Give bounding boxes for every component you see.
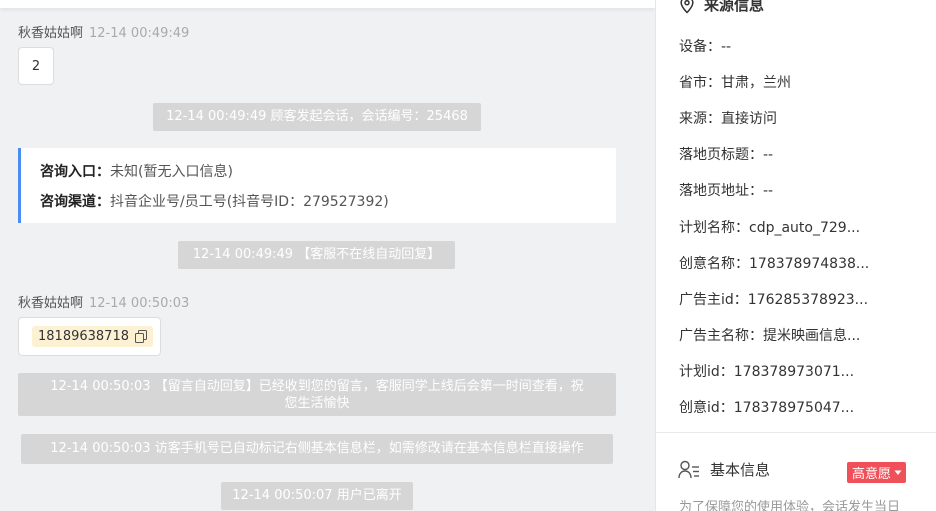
entry-source-line: 咨询入口：未知(暂无入口信息) — [40, 161, 616, 191]
system-notice-text: 12-14 00:49:49 顾客发起会话，会话编号：25468 — [166, 109, 468, 124]
basic-info-header: 基本信息 — [678, 459, 770, 480]
system-notice-text: 您生活愉快 — [284, 396, 350, 411]
intent-level-dropdown[interactable]: 高意愿 — [847, 462, 907, 483]
message-sender: 秋香姑姑啊 12-14 00:50:03 — [18, 292, 189, 311]
info-row-creative-name: 创意名称：178378974838... — [679, 256, 870, 272]
system-notice-text: 12-14 00:50:07 用户已离开 — [232, 488, 402, 503]
copy-icon[interactable] — [134, 330, 147, 343]
sender-name: 秋香姑姑啊 — [18, 296, 84, 311]
info-row-landing-url: 落地页地址：-- — [679, 183, 774, 199]
system-notice: 12-14 00:49:49 顾客发起会话，会话编号：25468 — [153, 103, 481, 131]
chat-area: 秋香姑姑啊 12-14 00:49:49 2 12-14 00:49:49 顾客发… — [0, 0, 655, 511]
intent-level-label: 高意愿 — [852, 467, 892, 482]
system-notice: 12-14 00:50:03 【留言自动回复】已经收到您的留言，客服同学上线后会… — [18, 373, 616, 416]
info-row-landing-title: 落地页标题：-- — [679, 147, 774, 163]
basic-info-note: 为了保障您的使用体验，会话发生当日 — [679, 500, 901, 511]
phone-number-chip[interactable]: 18189638718 — [32, 326, 153, 347]
info-row-device: 设备：-- — [679, 39, 732, 55]
system-notice-text: 12-14 00:50:03 【留言自动回复】已经收到您的留言，客服同学上线后会… — [50, 379, 584, 394]
system-notice: 12-14 00:50:07 用户已离开 — [221, 482, 413, 510]
message-sender: 秋香姑姑啊 12-14 00:49:49 — [18, 22, 189, 41]
info-row-creative-id: 创意id：178378975047... — [679, 400, 855, 416]
sender-name: 秋香姑姑啊 — [18, 26, 84, 41]
info-row-region: 省市：甘肃，兰州 — [679, 75, 791, 91]
entry-channel-label: 咨询渠道： — [40, 194, 110, 210]
info-row-advertiser-id: 广告主id：176285378923... — [679, 292, 869, 308]
message-bubble: 18189638718 — [18, 317, 161, 356]
entry-channel-value: 抖音企业号/员工号(抖音号ID：279527392) — [110, 194, 389, 210]
system-notice: 12-14 00:49:49 【客服不在线自动回复】 — [178, 241, 455, 269]
entry-source-label: 咨询入口： — [40, 164, 110, 180]
panel-divider — [656, 432, 936, 433]
info-row-source: 来源：直接访问 — [679, 111, 777, 127]
source-info-title: 来源信息 — [704, 0, 765, 14]
system-notice-text: 12-14 00:49:49 【客服不在线自动回复】 — [192, 247, 441, 262]
entry-source-value: 未知(暂无入口信息) — [110, 164, 233, 180]
message-text: 2 — [31, 58, 41, 74]
chat-top-bar — [0, 0, 655, 8]
entry-info-card: 咨询入口：未知(暂无入口信息) 咨询渠道：抖音企业号/员工号(抖音号ID：279… — [18, 148, 616, 223]
basic-info-title: 基本信息 — [710, 461, 771, 479]
source-info-header: 来源信息 — [680, 0, 764, 15]
phone-number: 18189638718 — [38, 329, 129, 344]
entry-channel-line: 咨询渠道：抖音企业号/员工号(抖音号ID：279527392) — [40, 191, 616, 221]
location-pin-icon — [680, 0, 694, 14]
info-row-advertiser-name: 广告主名称：提米映画信息... — [679, 328, 861, 344]
system-notice: 12-14 00:50:03 访客手机号已自动标记右侧基本信息栏，如需修改请在基… — [21, 434, 613, 464]
message-bubble: 2 — [18, 47, 54, 85]
user-list-icon — [678, 460, 699, 478]
message-time: 12-14 00:50:03 — [89, 296, 190, 311]
info-row-plan-name: 计划名称：cdp_auto_729... — [679, 220, 861, 236]
info-row-plan-id: 计划id：178378973071... — [679, 364, 855, 380]
message-time: 12-14 00:49:49 — [89, 26, 190, 41]
system-notice-text: 12-14 00:50:03 访客手机号已自动标记右侧基本信息栏，如需修改请在基… — [50, 441, 584, 456]
caret-down-icon — [894, 470, 902, 475]
info-panel: 来源信息 设备：-- 省市：甘肃，兰州 来源：直接访问 落地页标题：-- 落地页… — [655, 0, 936, 511]
